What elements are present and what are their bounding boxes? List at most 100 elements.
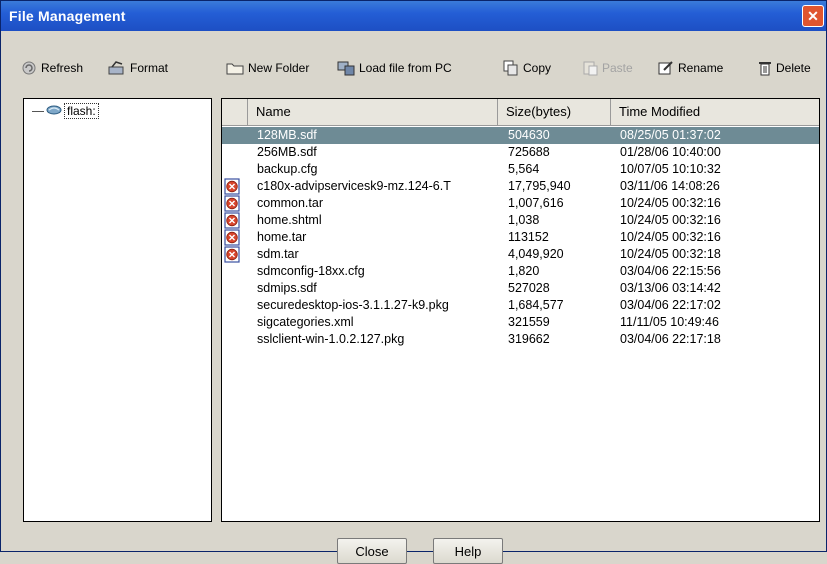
refresh-label: Refresh bbox=[41, 61, 84, 75]
cell-name: sdmconfig-18xx.cfg bbox=[257, 264, 365, 278]
cell-name: backup.cfg bbox=[257, 162, 318, 176]
table-row[interactable]: 128MB.sdf 504630 08/25/05 01:37:02 bbox=[222, 127, 819, 144]
file-table: Name Size(bytes) Time Modified 128MB.sdf… bbox=[221, 98, 820, 522]
cell-size: 504630 bbox=[508, 128, 550, 142]
column-header-name[interactable]: Name bbox=[248, 99, 498, 125]
cell-name: c180x-advipservicesk9-mz.124-6.T bbox=[257, 179, 451, 193]
paste-button[interactable]: Paste bbox=[582, 59, 633, 77]
cell-name: sdm.tar bbox=[257, 247, 299, 261]
load-file-button[interactable]: Load file from PC bbox=[337, 59, 452, 77]
cell-name: sslclient-win-1.0.2.127.pkg bbox=[257, 332, 405, 346]
column-header-time[interactable]: Time Modified bbox=[611, 99, 819, 125]
close-icon: ✕ bbox=[807, 7, 819, 24]
paste-icon bbox=[582, 60, 598, 76]
rename-icon bbox=[658, 60, 674, 76]
cell-time: 03/04/06 22:17:18 bbox=[620, 332, 721, 346]
rename-button[interactable]: Rename bbox=[658, 59, 723, 77]
cell-time: 08/25/05 01:37:02 bbox=[620, 128, 721, 142]
cell-size: 113152 bbox=[508, 230, 549, 244]
tree-label-flash: flash: bbox=[64, 103, 99, 119]
warning-file-icon bbox=[224, 212, 240, 229]
warning-file-icon bbox=[224, 229, 240, 246]
warning-file-icon bbox=[224, 246, 240, 263]
cell-size: 725688 bbox=[508, 145, 550, 159]
cell-size: 321559 bbox=[508, 315, 550, 329]
cell-name: common.tar bbox=[257, 196, 323, 210]
window-close-button[interactable]: ✕ bbox=[802, 5, 824, 27]
cell-time: 03/13/06 03:14:42 bbox=[620, 281, 721, 295]
delete-label: Delete bbox=[776, 61, 811, 75]
table-row[interactable]: sigcategories.xml 321559 11/11/05 10:49:46 bbox=[222, 314, 819, 331]
warning-file-icon bbox=[224, 195, 240, 212]
table-row[interactable]: c180x-advipservicesk9-mz.124-6.T 17,795,9… bbox=[222, 178, 819, 195]
table-row[interactable]: common.tar 1,007,616 10/24/05 00:32:16 bbox=[222, 195, 819, 212]
tree-connector bbox=[32, 110, 44, 112]
delete-button[interactable]: Delete bbox=[758, 59, 811, 77]
cell-name: sigcategories.xml bbox=[257, 315, 354, 329]
close-button[interactable]: Close bbox=[337, 538, 407, 564]
title-bar[interactable]: File Management ✕ bbox=[1, 1, 826, 31]
new-folder-button[interactable]: New Folder bbox=[226, 59, 309, 77]
paste-label: Paste bbox=[602, 61, 633, 75]
cell-time: 10/24/05 00:32:16 bbox=[620, 213, 721, 227]
cell-time: 03/04/06 22:17:02 bbox=[620, 298, 721, 312]
cell-name: sdmips.sdf bbox=[257, 281, 317, 295]
cell-name: securedesktop-ios-3.1.1.27-k9.pkg bbox=[257, 298, 449, 312]
column-header-size[interactable]: Size(bytes) bbox=[498, 99, 611, 125]
flash-drive-icon bbox=[46, 104, 62, 119]
format-icon bbox=[108, 60, 126, 76]
table-body: 128MB.sdf 504630 08/25/05 01:37:02 256MB.sd… bbox=[222, 127, 819, 348]
table-row[interactable]: securedesktop-ios-3.1.1.27-k9.pkg 1,684,5… bbox=[222, 297, 819, 314]
load-from-pc-icon bbox=[337, 60, 355, 76]
cell-time: 03/04/06 22:15:56 bbox=[620, 264, 721, 278]
file-management-dialog: File Management ✕ Refresh Format New Fol… bbox=[0, 0, 827, 564]
window-title: File Management bbox=[9, 8, 126, 24]
cell-name: home.shtml bbox=[257, 213, 322, 227]
cell-size: 319662 bbox=[508, 332, 550, 346]
cell-time: 11/11/05 10:49:46 bbox=[620, 315, 719, 329]
table-header: Name Size(bytes) Time Modified bbox=[222, 99, 819, 126]
cell-name: home.tar bbox=[257, 230, 307, 244]
table-row[interactable]: sslclient-win-1.0.2.127.pkg 319662 03/04/0… bbox=[222, 331, 819, 348]
table-row[interactable]: home.tar 113152 10/24/05 00:32:16 bbox=[222, 229, 819, 246]
new-folder-label: New Folder bbox=[248, 61, 310, 75]
trash-icon bbox=[758, 60, 772, 76]
table-row[interactable]: sdmconfig-18xx.cfg 1,820 03/04/06 22:15:56 bbox=[222, 263, 819, 280]
table-row[interactable]: backup.cfg 5,564 10/07/05 10:10:32 bbox=[222, 161, 819, 178]
format-button[interactable]: Format bbox=[108, 59, 168, 77]
copy-label: Copy bbox=[523, 61, 552, 75]
format-label: Format bbox=[130, 61, 169, 75]
cell-name: 256MB.sdf bbox=[257, 145, 317, 159]
cell-time: 10/07/05 10:10:32 bbox=[620, 162, 721, 176]
toolbar: Refresh Format New Folder Load file from… bbox=[1, 53, 826, 83]
cell-size: 527028 bbox=[508, 281, 550, 295]
warning-file-icon bbox=[224, 178, 240, 195]
cell-size: 1,820 bbox=[508, 264, 540, 278]
cell-time: 03/11/06 14:08:26 bbox=[620, 179, 720, 193]
tree-node-flash[interactable]: flash: bbox=[32, 103, 99, 119]
cell-time: 10/24/05 00:32:16 bbox=[620, 196, 721, 210]
cell-time: 10/24/05 00:32:18 bbox=[620, 247, 721, 261]
cell-size: 17,795,940 bbox=[508, 179, 571, 193]
folder-icon bbox=[226, 61, 244, 75]
cell-time: 10/24/05 00:32:16 bbox=[620, 230, 721, 244]
rename-label: Rename bbox=[678, 61, 724, 75]
table-row[interactable]: sdmips.sdf 527028 03/13/06 03:14:42 bbox=[222, 280, 819, 297]
cell-size: 1,038 bbox=[508, 213, 540, 227]
cell-size: 5,564 bbox=[508, 162, 540, 176]
copy-button[interactable]: Copy bbox=[503, 59, 551, 77]
cell-size: 1,684,577 bbox=[508, 298, 564, 312]
refresh-icon bbox=[21, 60, 37, 76]
help-button[interactable]: Help bbox=[433, 538, 503, 564]
cell-name: 128MB.sdf bbox=[257, 128, 317, 142]
cell-time: 01/28/06 10:40:00 bbox=[620, 145, 721, 159]
icon-column-header bbox=[222, 99, 248, 125]
cell-size: 4,049,920 bbox=[508, 247, 564, 261]
table-row[interactable]: home.shtml 1,038 10/24/05 00:32:16 bbox=[222, 212, 819, 229]
table-row[interactable]: 256MB.sdf 725688 01/28/06 10:40:00 bbox=[222, 144, 819, 161]
refresh-button[interactable]: Refresh bbox=[21, 59, 83, 77]
copy-icon bbox=[503, 60, 519, 76]
cell-size: 1,007,616 bbox=[508, 196, 564, 210]
folder-tree: flash: bbox=[23, 98, 212, 522]
table-row[interactable]: sdm.tar 4,049,920 10/24/05 00:32:18 bbox=[222, 246, 819, 263]
